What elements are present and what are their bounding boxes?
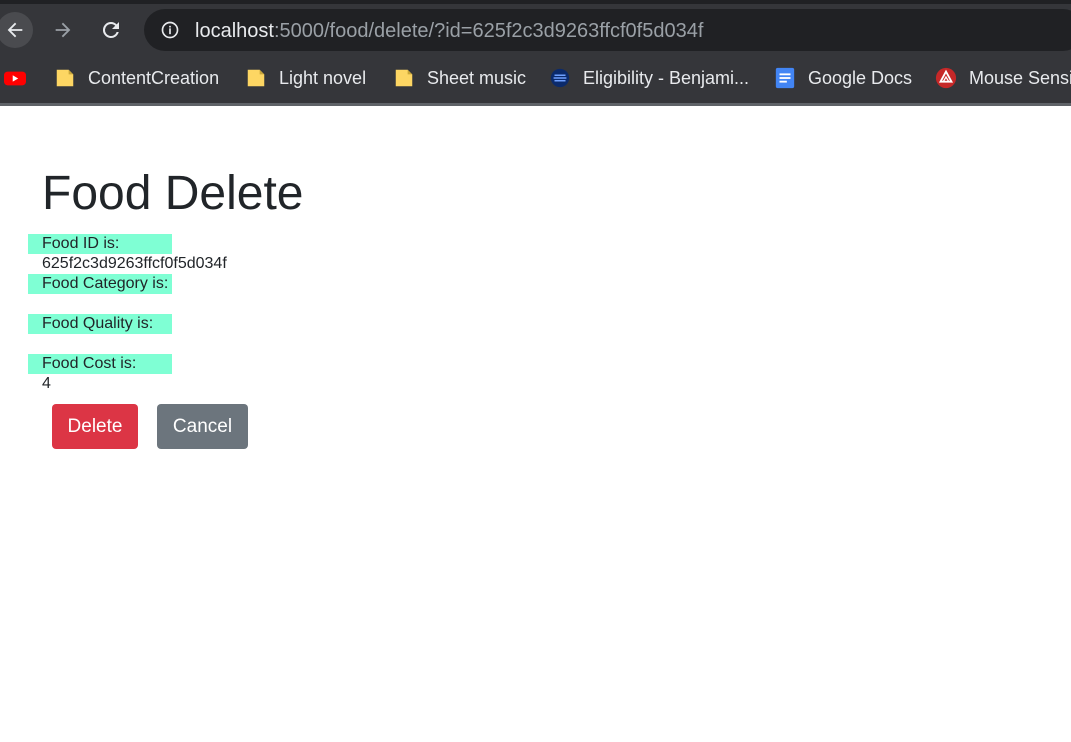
food-cost-value: 4 — [42, 375, 51, 392]
page-title: Food Delete — [42, 167, 304, 220]
site-icon — [550, 68, 570, 88]
browser-toolbar: localhost:5000/food/delete/?id=625f2c3d9… — [0, 0, 1071, 58]
folder-icon — [395, 69, 413, 87]
bookmark-label: Eligibility - Benjami... — [583, 67, 750, 88]
google-docs-icon — [775, 67, 795, 89]
bookmark-label: Google Docs — [808, 67, 913, 88]
url-text: localhost:5000/food/delete/?id=625f2c3d9… — [195, 20, 703, 42]
bookmarks-bar: ContentCreation Light novel Sheet music … — [0, 58, 1071, 106]
food-quality-label: Food Quality is: — [28, 314, 172, 334]
bookmark-light-novel[interactable]: Light novel — [245, 58, 366, 98]
site-icon — [935, 67, 957, 89]
url-path: :5000/food/delete/?id=625f2c3d9263ffcf0f… — [273, 20, 704, 42]
food-cost-label: Food Cost is: — [28, 354, 172, 374]
bookmark-mouse-sensi[interactable]: Mouse Sensi — [935, 58, 1071, 98]
arrow-right-icon — [55, 22, 71, 38]
back-button[interactable] — [0, 12, 33, 48]
reload-button[interactable] — [93, 12, 129, 48]
arrow-left-icon — [7, 22, 23, 38]
food-category-label: Food Category is: — [28, 274, 172, 294]
food-id-label: Food ID is: — [28, 234, 172, 254]
cancel-button[interactable]: Cancel — [157, 404, 248, 449]
food-id-value: 625f2c3d9263ffcf0f5d034f — [42, 255, 227, 272]
bookmark-contentcreation[interactable]: ContentCreation — [54, 58, 219, 98]
folder-icon — [247, 69, 265, 87]
bookmark-label: Mouse Sensi — [969, 67, 1071, 88]
bookmark-label: Sheet music — [427, 67, 527, 88]
bookmark-google-docs[interactable]: Google Docs — [774, 58, 912, 98]
folder-icon — [56, 69, 74, 87]
bookmark-eligibility[interactable]: Eligibility - Benjami... — [549, 58, 749, 98]
delete-button[interactable]: Delete — [52, 404, 138, 449]
youtube-icon — [4, 71, 26, 86]
address-bar[interactable]: localhost:5000/food/delete/?id=625f2c3d9… — [144, 9, 1071, 51]
bookmark-sheet-music[interactable]: Sheet music — [393, 58, 526, 98]
reload-icon — [102, 21, 119, 38]
bookmark-label: Light novel — [279, 67, 367, 88]
forward-button[interactable] — [45, 12, 81, 48]
url-host: localhost — [195, 20, 274, 42]
info-icon[interactable] — [160, 20, 180, 40]
bookmark-label: ContentCreation — [88, 67, 220, 88]
bookmark-youtube[interactable] — [4, 58, 38, 98]
